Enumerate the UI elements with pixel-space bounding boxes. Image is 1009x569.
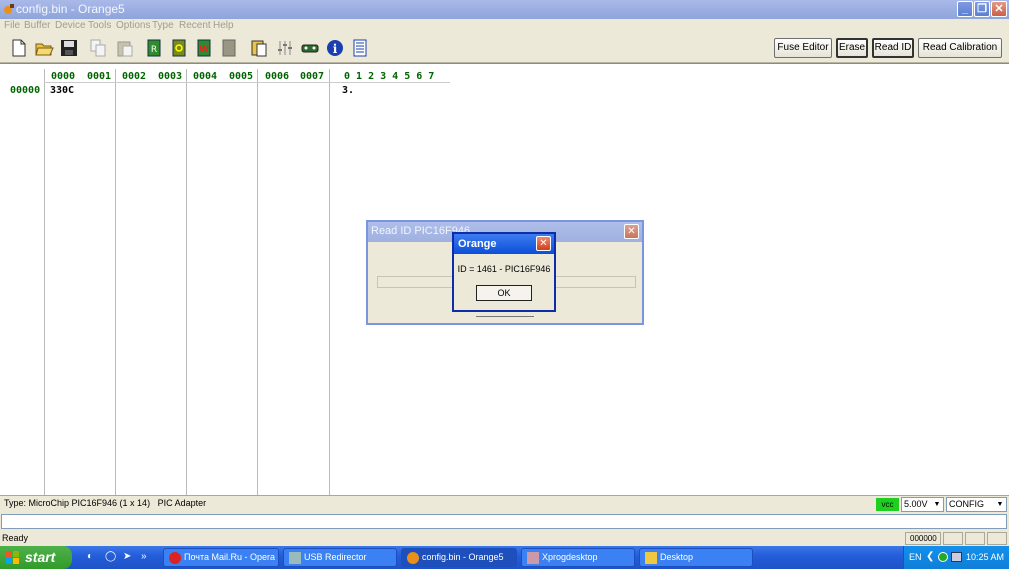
xprog-icon (527, 552, 539, 564)
orange-app-icon (407, 552, 419, 564)
task-desktop[interactable]: Desktop (639, 548, 753, 567)
antivirus-icon[interactable] (938, 552, 948, 562)
menu-bar: File Buffer Device Tools Options Type Re… (0, 19, 1009, 34)
orange-app-icon (4, 4, 14, 14)
word-header: 0001 (87, 71, 112, 82)
erase-chip-icon[interactable] (219, 38, 239, 58)
device-type-text: Type: MicroChip PIC16F946 (1 x 14) PIC A… (4, 498, 207, 508)
close-button[interactable]: ✕ (991, 1, 1007, 17)
svg-text:W: W (199, 45, 209, 55)
task-usb-redirector[interactable]: USB Redirector (283, 548, 397, 567)
start-button[interactable]: start (0, 546, 72, 569)
address-panel: 000000 (905, 532, 941, 545)
network-icon[interactable]: ❮ (926, 551, 936, 563)
row-address: 00000 (10, 85, 41, 96)
taskbar: start ◐ ◯ ➤ » Почта Mail.Ru - Opera USB … (0, 546, 1009, 569)
paste-icon[interactable] (115, 38, 135, 58)
menu-recent[interactable]: Recent (179, 20, 211, 31)
log-line[interactable] (1, 514, 1007, 529)
memory-map-icon[interactable] (350, 38, 370, 58)
erase-button[interactable]: Erase (836, 38, 868, 58)
quicklaunch-more-icon[interactable]: » (141, 551, 154, 564)
usb-icon (289, 552, 301, 564)
ascii-cell[interactable]: 3. (342, 85, 354, 96)
menu-device[interactable]: Device (55, 20, 86, 31)
settings-sliders-icon[interactable] (275, 38, 295, 58)
column-divider (329, 69, 330, 496)
opera-icon (169, 552, 181, 564)
menu-options[interactable]: Options (116, 20, 150, 31)
verify-chip-icon[interactable] (169, 38, 189, 58)
quicklaunch-player-icon[interactable]: ➤ (123, 551, 136, 564)
read-id-dialog-close-button[interactable]: ✕ (624, 224, 639, 239)
word-header: 0002 (122, 71, 147, 82)
ok-button[interactable]: OK (476, 285, 532, 301)
chevron-down-icon[interactable]: ▼ (994, 498, 1006, 511)
copy-icon[interactable] (88, 38, 108, 58)
status-panel (965, 532, 985, 545)
menu-file[interactable]: File (4, 20, 20, 31)
message-box: Orange ✕ ID = 1461 - PIC16F946 OK (452, 232, 556, 312)
status-ready: Ready (2, 533, 29, 543)
message-box-title: Orange (458, 238, 497, 250)
system-tray: EN ❮ 10:25 AM (903, 546, 1009, 569)
menu-type[interactable]: Type (152, 20, 174, 31)
windows-logo-icon (6, 551, 19, 564)
title-bar: config.bin - Orange5 _ ❐ ✕ (0, 0, 1009, 19)
open-folder-icon[interactable] (34, 38, 54, 58)
minimize-button[interactable]: _ (957, 1, 973, 17)
clipboard-icon[interactable] (249, 38, 269, 58)
device-status-bar: Type: MicroChip PIC16F946 (1 x 14) PIC A… (0, 495, 1009, 512)
status-bar: Ready (0, 530, 1009, 546)
ascii-header: 0 1 2 3 4 5 6 7 (344, 71, 435, 82)
folder-icon (645, 552, 657, 564)
menu-help[interactable]: Help (213, 20, 234, 31)
quicklaunch-ie-icon[interactable]: ◐ (87, 551, 100, 564)
message-box-close-button[interactable]: ✕ (536, 236, 551, 251)
task-xprogdesktop[interactable]: Xprogdesktop (521, 548, 635, 567)
status-panel (943, 532, 963, 545)
save-icon[interactable] (59, 38, 79, 58)
svg-text:i: i (333, 42, 338, 56)
voltage-select[interactable]: 5.00V ▼ (901, 497, 944, 512)
read-calibration-button[interactable]: Read Calibration (918, 38, 1002, 58)
word-header: 0004 (193, 71, 218, 82)
window-title: config.bin - Orange5 (16, 2, 125, 16)
write-chip-icon[interactable]: W (194, 38, 214, 58)
programmer-icon[interactable] (300, 38, 320, 58)
task-opera[interactable]: Почта Mail.Ru - Opera (163, 548, 279, 567)
column-divider (257, 69, 258, 496)
word-header: 0006 (265, 71, 290, 82)
column-divider (115, 69, 116, 496)
menu-buffer[interactable]: Buffer (24, 20, 51, 31)
word-header: 0007 (300, 71, 325, 82)
clock[interactable]: 10:25 AM (966, 552, 1004, 562)
status-panel (987, 532, 1007, 545)
region-select[interactable]: CONFIG ▼ (946, 497, 1007, 512)
column-divider (186, 69, 187, 496)
language-indicator[interactable]: EN (909, 552, 922, 562)
new-file-icon[interactable] (9, 38, 29, 58)
hex-cell[interactable]: 330C (50, 85, 74, 96)
message-box-titlebar: Orange ✕ (454, 234, 554, 254)
read-chip-icon[interactable]: R (144, 38, 164, 58)
chevron-down-icon[interactable]: ▼ (931, 498, 943, 511)
word-header: 0003 (158, 71, 183, 82)
svg-text:R: R (151, 45, 157, 55)
quicklaunch-opera-icon[interactable]: ◯ (105, 551, 118, 564)
column-divider (44, 69, 45, 496)
word-header: 0005 (229, 71, 254, 82)
display-icon[interactable] (951, 552, 962, 562)
read-id-button[interactable]: Read ID (872, 38, 914, 58)
fuse-editor-button[interactable]: Fuse Editor (774, 38, 832, 58)
menu-tools[interactable]: Tools (88, 20, 111, 31)
task-orange5[interactable]: config.bin - Orange5 (401, 548, 517, 567)
word-header: 0000 (51, 71, 76, 82)
header-underline (44, 82, 450, 83)
restore-button[interactable]: ❐ (974, 1, 990, 17)
vcc-indicator: vcc (876, 498, 899, 511)
info-icon[interactable]: i (325, 38, 345, 58)
message-text: ID = 1461 - PIC16F946 (457, 264, 551, 274)
